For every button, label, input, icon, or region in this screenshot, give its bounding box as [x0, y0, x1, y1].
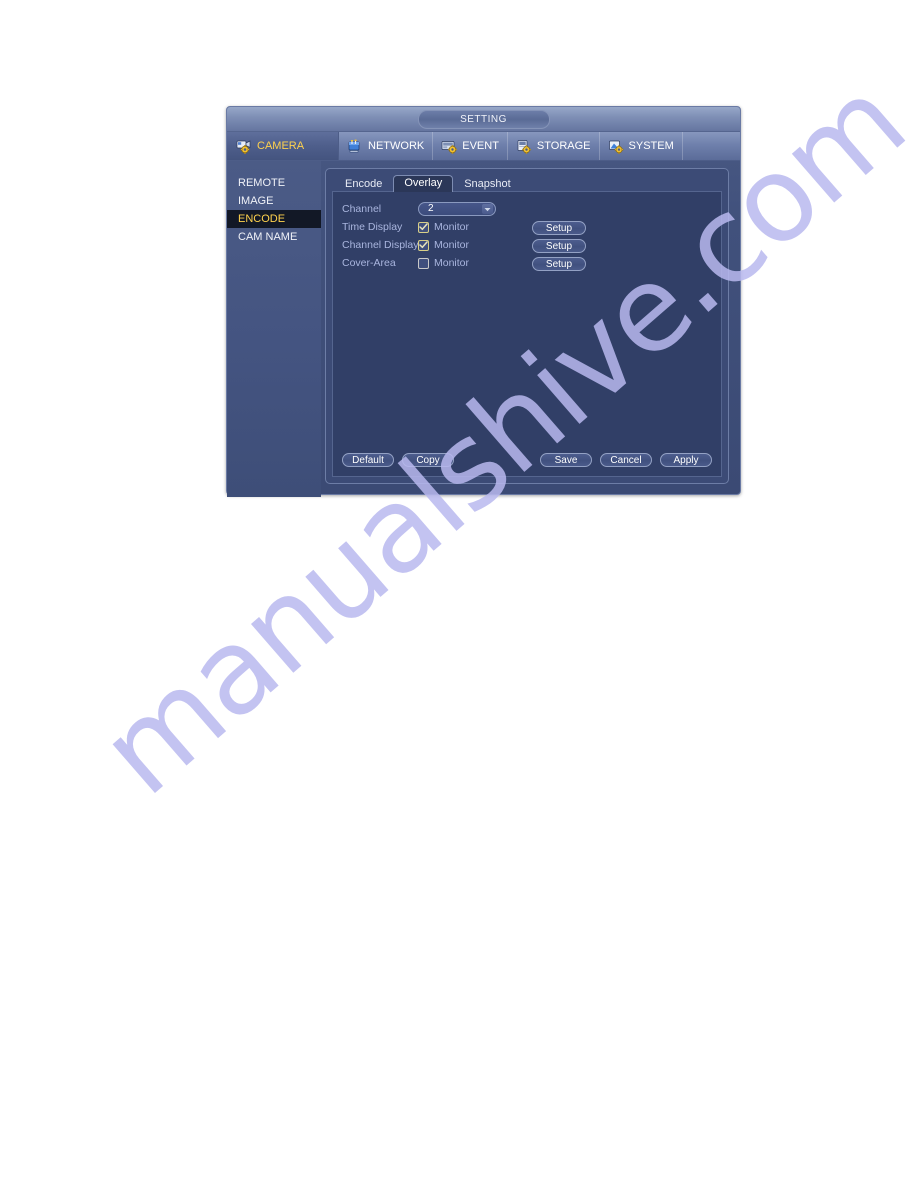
channel-display-monitor-checkbox[interactable]: [418, 239, 429, 251]
sidebar-item-remote-label: REMOTE: [238, 177, 286, 189]
default-button[interactable]: Default: [342, 453, 394, 467]
network-icon: [347, 139, 364, 154]
form-row-channel: Channel 2: [342, 200, 712, 218]
menu-item-network-label: NETWORK: [368, 139, 425, 152]
channel-display-setup-wrap: Setup: [532, 236, 586, 254]
copy-button[interactable]: Copy: [402, 453, 454, 467]
save-button[interactable]: Save: [540, 453, 592, 467]
menu-item-network[interactable]: NETWORK: [339, 132, 434, 160]
time-display-control: Monitor: [418, 220, 522, 233]
time-display-setup-button[interactable]: Setup: [532, 221, 586, 235]
form-row-cover-area: Cover-Area Monitor Setup: [342, 254, 712, 272]
menu-item-storage[interactable]: STORAGE: [508, 132, 600, 160]
tab-overlay-label: Overlay: [404, 177, 443, 189]
storage-gear-icon: [516, 139, 533, 154]
menu-item-camera-label: CAMERA: [257, 139, 305, 152]
time-display-label: Time Display: [342, 221, 403, 233]
channel-display-control: Monitor: [418, 238, 522, 251]
event-gear-icon: [441, 139, 458, 154]
channel-dropdown-value: 2: [428, 203, 434, 214]
channel-display-monitor-checkbox-wrap[interactable]: Monitor: [418, 238, 470, 251]
cover-area-setup-button[interactable]: Setup: [532, 257, 586, 271]
cancel-button[interactable]: Cancel: [600, 453, 652, 467]
tab-snapshot-label: Snapshot: [464, 178, 511, 190]
cover-area-label: Cover-Area: [342, 257, 396, 269]
window-titlebar: SETTING: [227, 107, 740, 132]
tab-encode[interactable]: Encode: [334, 176, 393, 192]
content-panel: Encode Overlay Snapshot Channel 2 Time D…: [325, 168, 729, 484]
tab-bar: Encode Overlay Snapshot: [334, 175, 522, 192]
channel-display-monitor-label: Monitor: [434, 238, 470, 251]
cover-area-monitor-checkbox[interactable]: [418, 257, 429, 269]
sidebar-item-encode-label: ENCODE: [238, 213, 286, 225]
cover-area-monitor-checkbox-wrap[interactable]: Monitor: [418, 256, 470, 269]
sidebar: REMOTE IMAGE ENCODE CAM NAME: [227, 161, 321, 497]
cover-area-monitor-label: Monitor: [434, 256, 470, 269]
form-row-time-display: Time Display Monitor Setup: [342, 218, 712, 236]
menu-item-event-label: EVENT: [462, 139, 499, 152]
form-row-channel-display: Channel Display Monitor Setup: [342, 236, 712, 254]
tab-overlay[interactable]: Overlay: [393, 175, 454, 192]
tab-encode-label: Encode: [345, 178, 383, 190]
channel-display-label: Channel Display: [342, 239, 419, 251]
menu-item-system[interactable]: SYSTEM: [600, 132, 683, 160]
menu-item-camera[interactable]: CAMERA: [227, 132, 339, 160]
sidebar-item-encode[interactable]: ENCODE: [227, 210, 321, 228]
tab-snapshot[interactable]: Snapshot: [453, 176, 521, 192]
apply-button[interactable]: Apply: [660, 453, 712, 467]
overlay-form: Channel 2 Time Display Monitor Setup Cha…: [342, 200, 712, 272]
menu-item-event[interactable]: EVENT: [433, 132, 508, 160]
menu-item-storage-label: STORAGE: [536, 139, 591, 152]
cover-area-control: Monitor: [418, 256, 522, 269]
chevron-down-icon[interactable]: [482, 204, 493, 214]
overlay-settings-box: Channel 2 Time Display Monitor Setup Cha…: [332, 191, 722, 477]
cover-area-setup-wrap: Setup: [532, 254, 586, 272]
sidebar-item-remote[interactable]: REMOTE: [227, 174, 321, 192]
camera-gear-icon: [236, 139, 253, 154]
sidebar-item-image[interactable]: IMAGE: [227, 192, 321, 210]
sidebar-item-cam-name[interactable]: CAM NAME: [227, 228, 321, 246]
system-gear-icon: [608, 139, 625, 154]
channel-control: 2: [418, 202, 522, 216]
setting-window: SETTING CAMERA NETWORK EVENT STORAGE SYS…: [226, 106, 741, 497]
time-display-monitor-checkbox[interactable]: [418, 221, 429, 233]
window-title: SETTING: [417, 110, 550, 129]
time-display-monitor-checkbox-wrap[interactable]: Monitor: [418, 220, 470, 233]
channel-label: Channel: [342, 203, 382, 215]
channel-dropdown[interactable]: 2: [418, 202, 496, 216]
footer-button-bar: Default Copy Save Cancel Apply: [342, 453, 712, 468]
channel-display-setup-button[interactable]: Setup: [532, 239, 586, 253]
footer-right-group: Save Cancel Apply: [540, 453, 712, 467]
footer-left-group: Default Copy: [342, 453, 454, 467]
main-menu-bar: CAMERA NETWORK EVENT STORAGE SYSTEM: [227, 132, 740, 161]
sidebar-item-cam-name-label: CAM NAME: [238, 231, 298, 243]
time-display-monitor-label: Monitor: [434, 220, 470, 233]
menu-item-system-label: SYSTEM: [628, 139, 674, 152]
sidebar-item-image-label: IMAGE: [238, 195, 274, 207]
window-body: REMOTE IMAGE ENCODE CAM NAME Encode Over…: [227, 161, 740, 497]
time-display-setup-wrap: Setup: [532, 218, 586, 236]
